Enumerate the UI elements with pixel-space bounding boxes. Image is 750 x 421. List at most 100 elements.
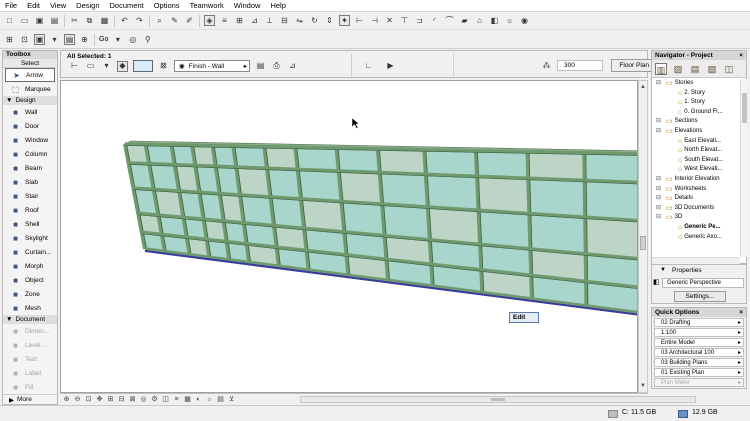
- fillet-icon[interactable]: ◜: [429, 15, 440, 26]
- eyedropper-icon[interactable]: ✎: [169, 15, 180, 26]
- edit-label[interactable]: Edit: [509, 312, 539, 323]
- layer-swatch[interactable]: [133, 60, 153, 72]
- tree-expander-icon[interactable]: ⊟: [656, 127, 661, 136]
- tool-door[interactable]: ■ Door: [3, 119, 57, 133]
- tool-slab[interactable]: ■ Slab: [3, 175, 57, 189]
- open-folder-icon[interactable]: ▭: [19, 15, 30, 26]
- finish-dropdown[interactable]: ◉ Finish - Wall ▸: [174, 60, 250, 72]
- grid-icon[interactable]: ⊞: [234, 15, 245, 26]
- view-map-icon[interactable]: ▨: [672, 63, 684, 75]
- tree-expander-icon[interactable]: ⊟: [656, 117, 661, 126]
- layers-icon[interactable]: ≡: [219, 15, 230, 26]
- menu-design[interactable]: Design: [71, 0, 104, 12]
- floor-plan-display-icon[interactable]: ▤: [255, 61, 266, 72]
- redo-icon[interactable]: ↷: [134, 15, 145, 26]
- tool-wall[interactable]: ■ Wall: [3, 105, 57, 119]
- tool-level[interactable]: ■ Level ...: [3, 338, 57, 352]
- quick-option-row[interactable]: 1:100 ▸: [654, 328, 744, 337]
- fit-icon[interactable]: ⊡: [84, 395, 93, 404]
- navigator-horizontal-scrollbar[interactable]: [652, 257, 740, 264]
- reference-line-icon[interactable]: ⊿: [287, 61, 298, 72]
- offset-icon[interactable]: ⊐: [414, 15, 425, 26]
- tree-item[interactable]: ▭ Elevations: [666, 127, 702, 136]
- menu-teamwork[interactable]: Teamwork: [185, 0, 229, 12]
- orbit-icon[interactable]: ◎: [139, 395, 148, 404]
- floor-plan-icon[interactable]: ⊞: [4, 34, 15, 45]
- tool-stair[interactable]: ■ Stair: [3, 189, 57, 203]
- tool-mesh[interactable]: ■ Mesh: [3, 301, 57, 315]
- render-icon[interactable]: ◉: [519, 15, 530, 26]
- view-mode-icon[interactable]: ▣: [34, 34, 45, 45]
- intersect-icon[interactable]: ✕: [384, 15, 395, 26]
- printer-icon[interactable]: ⎙: [271, 61, 282, 72]
- view-settings-icon[interactable]: ⚙: [150, 395, 159, 404]
- tree-item[interactable]: ▭ Details: [666, 194, 693, 203]
- layers-icon[interactable]: ≡: [172, 395, 181, 404]
- tree-item[interactable]: ⌂ Generic Pe...: [678, 223, 721, 232]
- tree-expander-icon[interactable]: ⊟: [656, 175, 661, 184]
- undo-icon[interactable]: ↶: [119, 15, 130, 26]
- tool-shell[interactable]: ■ Shell: [3, 217, 57, 231]
- tree-item[interactable]: ⌂ 0. Ground Fl...: [678, 108, 723, 117]
- paste-icon[interactable]: ▦: [99, 15, 110, 26]
- publisher-icon[interactable]: ▧: [706, 63, 718, 75]
- syringe-icon[interactable]: ✐: [184, 15, 195, 26]
- viewport-horizontal-scrollbar[interactable]: [300, 396, 696, 403]
- save-icon[interactable]: ▣: [34, 15, 45, 26]
- tree-item[interactable]: ⌂ 1. Story: [678, 98, 705, 107]
- tree-expander-icon[interactable]: ⊟: [656, 204, 661, 213]
- print-icon[interactable]: ▤: [49, 15, 60, 26]
- menu-view[interactable]: View: [45, 0, 71, 12]
- tree-item[interactable]: ▭ 3D: [666, 213, 682, 222]
- tree-item[interactable]: ⌂ East Elevati...: [678, 137, 721, 146]
- scroll-thumb[interactable]: [742, 93, 747, 123]
- tree-item[interactable]: ▭ Interior Elevation: [666, 175, 720, 184]
- 3d-viewport[interactable]: Edit: [60, 80, 638, 393]
- zoom-next-icon[interactable]: ⊠: [128, 395, 137, 404]
- scroll-down-icon[interactable]: ▼: [639, 382, 647, 390]
- layout-book-icon[interactable]: ▤: [689, 63, 701, 75]
- scroll-thumb[interactable]: [640, 236, 646, 250]
- tree-item[interactable]: ▭ Worksheets: [666, 185, 706, 194]
- magic-wand-icon[interactable]: ✦: [339, 15, 350, 26]
- document-group-header[interactable]: ▼ Document: [3, 315, 57, 324]
- slab-tool-icon[interactable]: ▰: [459, 15, 470, 26]
- tool-fill[interactable]: ■ Fill: [3, 380, 57, 394]
- section-icon[interactable]: ◧: [489, 15, 500, 26]
- tool-arrow[interactable]: ➤ Arrow: [5, 68, 55, 82]
- tree-expander-icon[interactable]: ⊟: [656, 213, 661, 222]
- tool-morph[interactable]: ■ Morph: [3, 259, 57, 273]
- go-label[interactable]: Go: [99, 36, 108, 43]
- quick-option-row[interactable]: 01 Existing Plan ▸: [654, 368, 744, 377]
- split-icon[interactable]: ⊣: [369, 15, 380, 26]
- menu-document[interactable]: Document: [105, 0, 149, 12]
- orbit-icon[interactable]: ◎: [127, 34, 138, 45]
- tool-object[interactable]: ■ Object: [3, 273, 57, 287]
- design-group-header[interactable]: ▼ Design: [3, 96, 57, 105]
- zoom-window-icon[interactable]: ⊞: [106, 395, 115, 404]
- height-value-field[interactable]: 300: [557, 60, 603, 71]
- close-icon[interactable]: ×: [739, 308, 743, 317]
- expand-triangle-icon[interactable]: ▼: [660, 267, 666, 273]
- filter-icon[interactable]: ⊻: [227, 395, 236, 404]
- settings-icon[interactable]: ◫: [723, 63, 735, 75]
- tree-expander-icon[interactable]: ⊟: [656, 79, 661, 88]
- menu-help[interactable]: Help: [265, 0, 290, 12]
- grid-dots-icon[interactable]: ⁂: [541, 60, 552, 71]
- tool-marquee[interactable]: ⬚ Marquee: [3, 82, 57, 96]
- copy-icon[interactable]: ⧉: [84, 15, 95, 26]
- curve-icon[interactable]: ⌒: [444, 15, 455, 26]
- shading-icon[interactable]: ◐: [194, 395, 203, 404]
- trim-icon[interactable]: ⊢: [354, 15, 365, 26]
- adjust-icon[interactable]: ⊤: [399, 15, 410, 26]
- tree-item[interactable]: ▭ 3D Documents: [666, 204, 714, 213]
- tool-zone[interactable]: ■ Zone: [3, 287, 57, 301]
- go-dropdown-icon[interactable]: ▾: [112, 34, 123, 45]
- viewport-vertical-scrollbar[interactable]: ▲ ▼: [638, 80, 648, 393]
- tool-text[interactable]: ■ Text: [3, 352, 57, 366]
- zoom-in-icon[interactable]: ⊕: [62, 395, 71, 404]
- display-mode-icon[interactable]: ▤: [64, 34, 75, 45]
- geometry-method-icon[interactable]: ▭: [85, 61, 96, 72]
- dropdown-arrow-icon[interactable]: ▾: [49, 34, 60, 45]
- tree-expander-icon[interactable]: ⊟: [656, 194, 661, 203]
